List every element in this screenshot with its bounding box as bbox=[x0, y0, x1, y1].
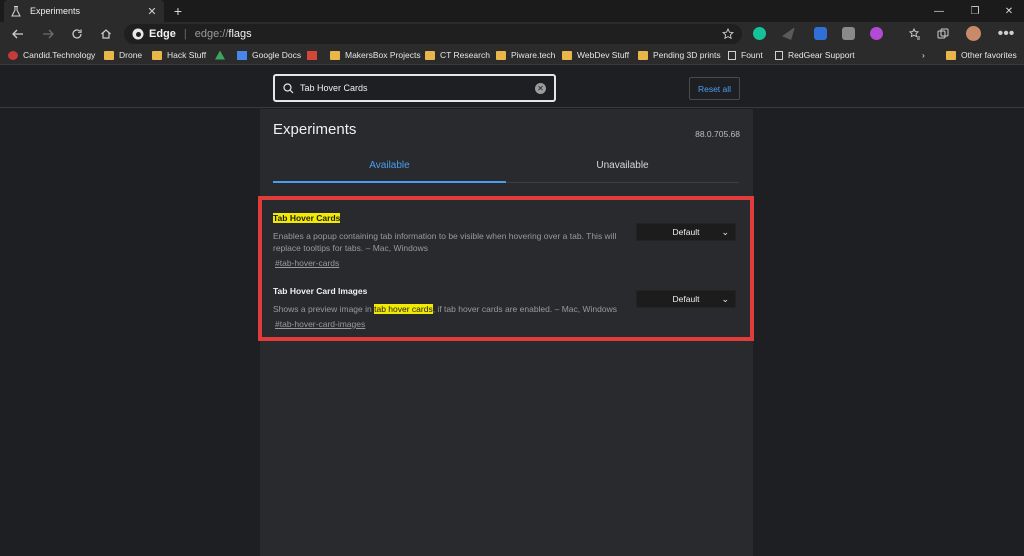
version-label: 88.0.705.68 bbox=[695, 129, 740, 139]
bookmarks-overflow-icon[interactable]: › bbox=[922, 49, 925, 61]
close-window-icon[interactable]: ✕ bbox=[992, 0, 1024, 22]
search-icon bbox=[283, 82, 294, 93]
experiments-tabs: Available Unavailable bbox=[273, 155, 739, 183]
search-value: Tab Hover Cards bbox=[300, 83, 368, 93]
add-favorite-icon[interactable] bbox=[722, 28, 734, 40]
tab-strip: Experiments ✕ + — ❐ ✕ bbox=[0, 0, 1024, 22]
bookmark-item[interactable]: Candid.Technology bbox=[8, 49, 95, 61]
folder-icon bbox=[330, 50, 340, 60]
bookmark-item[interactable]: CT Research bbox=[425, 49, 490, 61]
profile-extension-icon[interactable] bbox=[870, 27, 883, 40]
folder-icon bbox=[152, 50, 162, 60]
site-favicon-icon bbox=[8, 50, 18, 60]
bookmark-item[interactable]: Google Docs bbox=[237, 49, 301, 61]
flask-icon bbox=[10, 5, 22, 17]
flags-header: Tab Hover Cards ✕ Reset all bbox=[0, 66, 1024, 108]
page-title: Experiments bbox=[273, 121, 357, 138]
google-docs-icon bbox=[237, 50, 247, 60]
address-bar[interactable]: Edge | edge:// flags bbox=[124, 24, 742, 44]
address-separator: | bbox=[183, 28, 187, 40]
folder-icon bbox=[562, 50, 572, 60]
gmail-icon bbox=[307, 50, 317, 60]
site-label: Edge bbox=[149, 28, 176, 40]
close-tab-icon[interactable]: ✕ bbox=[146, 5, 158, 18]
extension-icon[interactable] bbox=[814, 27, 827, 40]
home-icon[interactable] bbox=[97, 25, 115, 43]
bookmark-item[interactable]: RedGear Support bbox=[775, 49, 855, 61]
collections-icon[interactable] bbox=[934, 25, 952, 43]
url-scheme: edge:// bbox=[194, 28, 229, 40]
google-drive-icon bbox=[215, 50, 225, 60]
more-options-icon[interactable]: ••• bbox=[997, 25, 1015, 43]
back-icon[interactable] bbox=[9, 25, 27, 43]
folder-icon bbox=[496, 50, 506, 60]
restore-icon[interactable]: ❐ bbox=[958, 0, 992, 22]
page-icon bbox=[728, 50, 736, 60]
folder-icon bbox=[425, 50, 435, 60]
tab-available[interactable]: Available bbox=[273, 155, 506, 183]
bookmarks-bar: Candid.Technology Drone Hack Stuff Googl… bbox=[0, 45, 1024, 65]
bookmark-item[interactable]: MakersBox Projects bbox=[330, 49, 421, 61]
toolbar: Edge | edge:// flags ••• bbox=[0, 22, 1024, 45]
minimize-icon[interactable]: — bbox=[922, 0, 956, 22]
edge-logo-icon bbox=[132, 28, 144, 40]
bookmark-item[interactable]: Pending 3D prints bbox=[638, 49, 721, 61]
page-icon bbox=[775, 50, 783, 60]
forward-icon[interactable] bbox=[39, 25, 57, 43]
extension-send-icon[interactable] bbox=[782, 27, 795, 40]
bookmark-item[interactable]: Hack Stuff bbox=[152, 49, 206, 61]
folder-icon bbox=[946, 50, 956, 60]
tab-unavailable[interactable]: Unavailable bbox=[506, 155, 739, 183]
bookmark-item[interactable]: Fount bbox=[728, 49, 763, 61]
url-path: flags bbox=[228, 28, 252, 40]
folder-icon bbox=[104, 50, 114, 60]
collections-extension-icon[interactable] bbox=[842, 27, 855, 40]
bookmark-item[interactable] bbox=[307, 49, 322, 61]
annotation-box bbox=[258, 196, 754, 341]
flags-page: Tab Hover Cards ✕ Reset all Experiments … bbox=[0, 66, 1024, 556]
bookmark-item[interactable]: WebDev Stuff bbox=[562, 49, 629, 61]
bookmark-item[interactable]: Piware.tech bbox=[496, 49, 555, 61]
search-input[interactable]: Tab Hover Cards ✕ bbox=[273, 74, 556, 102]
other-favorites[interactable]: Other favorites bbox=[946, 49, 1017, 61]
new-tab-button[interactable]: + bbox=[170, 2, 186, 20]
grammarly-icon[interactable] bbox=[753, 27, 766, 40]
avatar[interactable] bbox=[966, 26, 981, 41]
tab-title: Experiments bbox=[30, 6, 81, 16]
favorites-icon[interactable] bbox=[906, 25, 924, 43]
bookmark-item[interactable]: Drone bbox=[104, 49, 142, 61]
folder-icon bbox=[638, 50, 648, 60]
clear-search-icon[interactable]: ✕ bbox=[535, 82, 546, 94]
reset-all-button[interactable]: Reset all bbox=[689, 77, 740, 100]
bookmark-item[interactable] bbox=[215, 49, 230, 61]
refresh-icon[interactable] bbox=[68, 25, 86, 43]
browser-tab-experiments[interactable]: Experiments ✕ bbox=[4, 0, 164, 22]
